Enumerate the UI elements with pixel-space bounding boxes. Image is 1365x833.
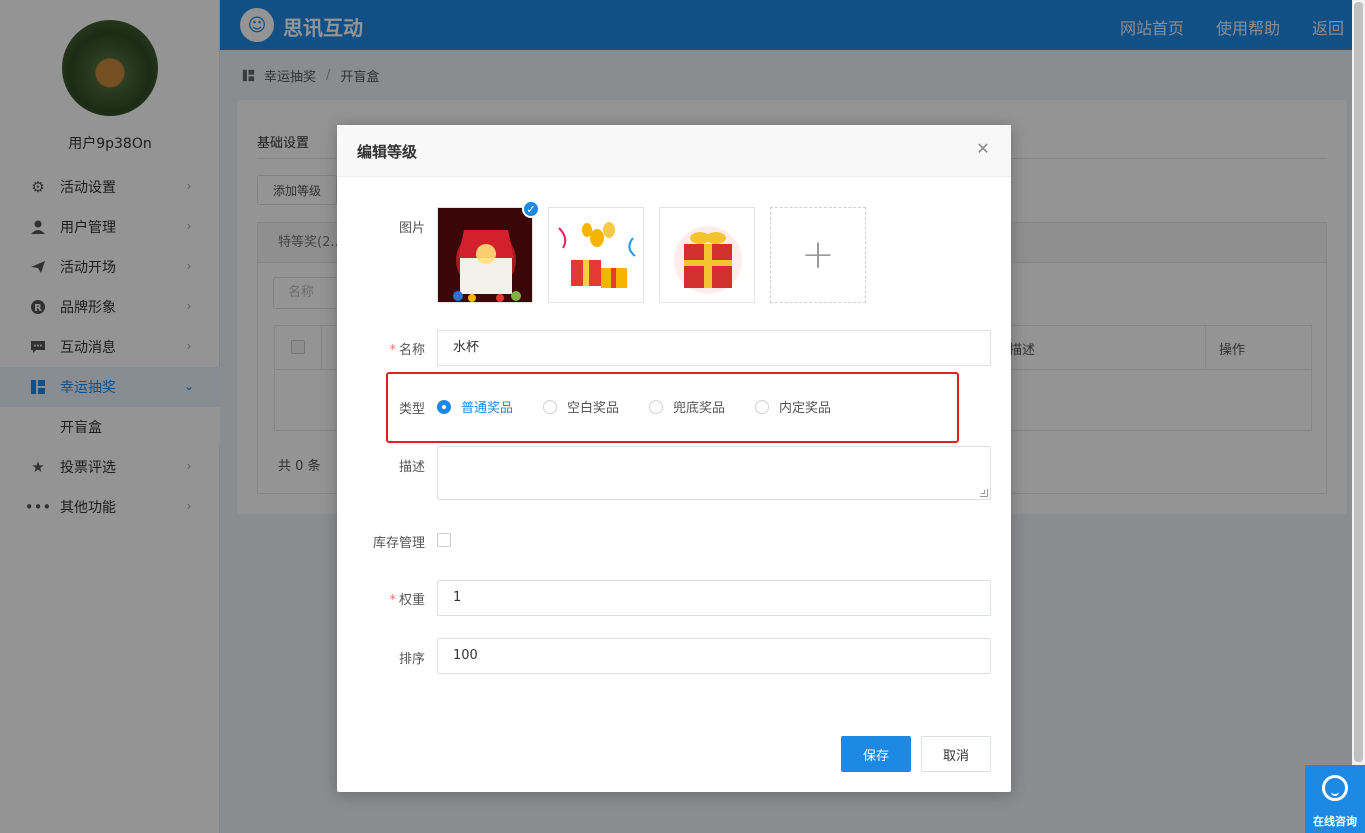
resize-handle[interactable] — [980, 489, 988, 497]
plus-icon: + — [801, 232, 835, 278]
image-label: 图片 — [398, 221, 425, 236]
upload-image-button[interactable]: + — [770, 207, 866, 303]
highlight-box — [386, 372, 959, 443]
dialog-header: 编辑等级 ✕ — [337, 125, 1011, 177]
online-consult-button[interactable]: 在线咨询 — [1305, 765, 1365, 833]
edit-level-dialog: 编辑等级 ✕ 图片 ✓ + * 名称 水杯 类型 普通奖品 空白奖品 兜底奖品 … — [337, 125, 1011, 792]
name-label: * 名称 — [389, 343, 425, 358]
stock-label: 库存管理 — [372, 536, 425, 551]
selected-check-icon: ✓ — [522, 200, 540, 218]
weight-input[interactable]: 1 — [437, 580, 991, 616]
cancel-button[interactable]: 取消 — [921, 736, 991, 772]
stock-checkbox[interactable] — [437, 533, 451, 547]
consult-label: 在线咨询 — [1313, 815, 1357, 828]
weight-label: * 权重 — [389, 593, 425, 608]
scrollbar[interactable] — [1352, 0, 1365, 833]
order-label: 排序 — [398, 652, 425, 667]
name-input[interactable]: 水杯 — [437, 330, 991, 366]
scrollbar-thumb[interactable] — [1354, 2, 1363, 762]
close-icon[interactable]: ✕ — [975, 141, 991, 157]
prize-image-3[interactable] — [659, 207, 755, 303]
order-input[interactable]: 100 — [437, 638, 991, 674]
dialog-title: 编辑等级 — [357, 143, 418, 161]
desc-label: 描述 — [398, 460, 425, 475]
desc-textarea[interactable] — [437, 446, 991, 500]
headset-icon — [1322, 775, 1348, 801]
save-button[interactable]: 保存 — [841, 736, 911, 772]
prize-image-1[interactable] — [437, 207, 533, 303]
prize-image-2[interactable] — [548, 207, 644, 303]
